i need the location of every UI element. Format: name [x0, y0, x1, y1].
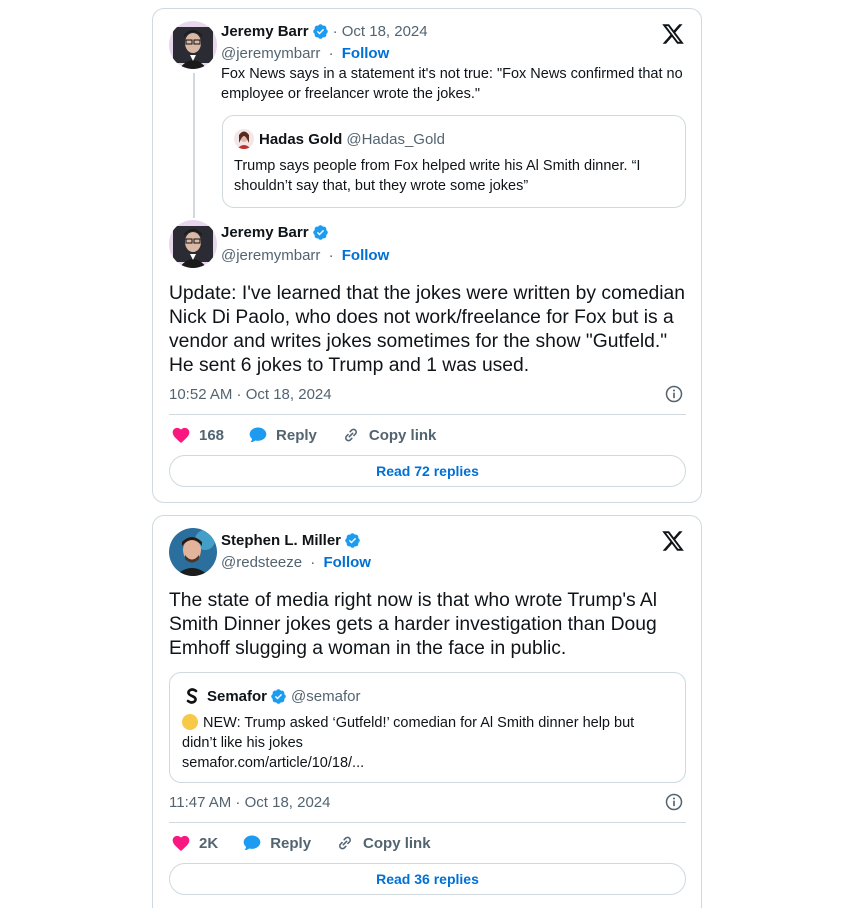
speech-bubble-icon — [243, 835, 261, 851]
quote-author-row: Semafor @semafor — [182, 686, 360, 706]
x-logo-icon[interactable] — [661, 529, 685, 553]
tweet-text: The state of media right now is that who… — [169, 590, 658, 659]
tweet-timestamp[interactable]: 11:47 AM · Oct 18, 2024 — [169, 794, 330, 811]
semafor-logo-icon — [182, 686, 202, 706]
tweet-date[interactable]: · Oct 18, 2024 — [333, 23, 428, 40]
follow-button[interactable]: Follow — [342, 247, 390, 264]
handle-row: @redsteeze · Follow — [221, 554, 371, 571]
quote-author-row: Hadas Gold @Hadas_Gold — [234, 129, 445, 149]
verified-badge-icon — [344, 532, 361, 549]
tweet-timestamp[interactable]: 10:52 AM · Oct 18, 2024 — [169, 386, 332, 403]
quote-author-handle: @semafor — [291, 687, 361, 705]
author-handle[interactable]: @jeremymbarr — [221, 247, 320, 264]
read-replies-button[interactable]: Read 36 replies — [169, 863, 686, 895]
tweet-actions: 168 Reply Copy link — [171, 425, 460, 445]
parent-author-row: Jeremy Barr · Oct 18, 2024 — [221, 23, 428, 40]
copy-link-button[interactable]: Copy link — [341, 425, 437, 445]
tweet-card-jeremy-barr: Jeremy Barr · Oct 18, 2024 @jeremymbarr … — [152, 8, 702, 503]
author-row: Stephen L. Miller — [221, 532, 361, 549]
heart-icon — [172, 427, 190, 443]
quote-text-block: NEW: Trump asked ‘Gutfeld!’ comedian for… — [182, 713, 672, 773]
reply-button[interactable]: Reply — [248, 425, 317, 445]
parent-tweet-text: Fox News says in a statement it's not tr… — [221, 66, 683, 102]
link-icon — [344, 428, 357, 442]
quote-author-name: Hadas Gold — [259, 130, 343, 148]
main-author-row: Jeremy Barr — [221, 224, 329, 241]
quote-author-name: Semafor — [207, 687, 268, 705]
reply-label: Reply — [270, 834, 312, 852]
parent-handle-row: @jeremymbarr · Follow — [221, 45, 389, 62]
like-count: 2K — [199, 834, 219, 852]
quote-text: Trump says people from Fox helped write … — [234, 158, 641, 194]
separator-dot: · — [310, 554, 316, 571]
main-tweet-text: Update: I've learned that the jokes were… — [169, 283, 685, 376]
like-count: 168 — [199, 426, 225, 444]
quote-author-handle: @Hadas_Gold — [346, 130, 445, 148]
avatar-jeremy-barr[interactable] — [169, 21, 217, 69]
author-name[interactable]: Jeremy Barr — [221, 224, 309, 241]
divider — [169, 822, 686, 823]
verified-badge-icon — [270, 688, 287, 705]
separator-dot: · — [328, 247, 334, 264]
tweet-card-stephen-miller: Stephen L. Miller @redsteeze · Follow Th… — [152, 515, 702, 908]
author-name[interactable]: Jeremy Barr — [221, 23, 309, 40]
read-replies-button[interactable]: Read 72 replies — [169, 455, 686, 487]
quote-link[interactable]: semafor.com/article/10/18/... — [182, 753, 672, 773]
verified-badge-icon — [312, 23, 329, 40]
reply-label: Reply — [276, 426, 317, 444]
copy-link-label: Copy link — [363, 834, 431, 852]
avatar-jeremy-barr[interactable] — [169, 220, 217, 268]
main-handle-row: @jeremymbarr · Follow — [221, 247, 389, 264]
verified-badge-icon — [312, 224, 329, 241]
info-icon[interactable] — [664, 384, 684, 404]
copy-link-label: Copy link — [368, 426, 437, 444]
reply-button[interactable]: Reply — [242, 833, 311, 853]
quoted-tweet-semafor[interactable]: Semafor @semafor NEW: Trump asked ‘Gutfe… — [169, 672, 686, 783]
thread-connector-line — [193, 73, 195, 218]
avatar-stephen-miller[interactable] — [169, 528, 217, 576]
link-icon — [339, 836, 351, 850]
quoted-tweet-hadas-gold[interactable]: Hadas Gold @Hadas_Gold Trump says people… — [222, 115, 686, 208]
separator-dot: · — [328, 45, 334, 62]
follow-button[interactable]: Follow — [342, 45, 390, 62]
like-button[interactable]: 2K — [171, 833, 218, 853]
x-logo-icon[interactable] — [661, 22, 685, 46]
quote-text: NEW: Trump asked ‘Gutfeld!’ comedian for… — [182, 715, 635, 751]
like-button[interactable]: 168 — [171, 425, 224, 445]
divider — [169, 414, 686, 415]
heart-icon — [172, 835, 190, 851]
author-handle[interactable]: @jeremymbarr — [221, 45, 320, 62]
author-name[interactable]: Stephen L. Miller — [221, 532, 341, 549]
copy-link-button[interactable]: Copy link — [335, 833, 431, 853]
follow-button[interactable]: Follow — [323, 554, 371, 571]
yellow-circle-icon — [182, 714, 198, 730]
tweet-actions: 2K Reply Copy link — [171, 833, 455, 853]
author-handle[interactable]: @redsteeze — [221, 554, 302, 571]
info-icon[interactable] — [664, 792, 684, 812]
avatar-hadas-gold — [234, 129, 254, 149]
speech-bubble-icon — [249, 427, 267, 443]
